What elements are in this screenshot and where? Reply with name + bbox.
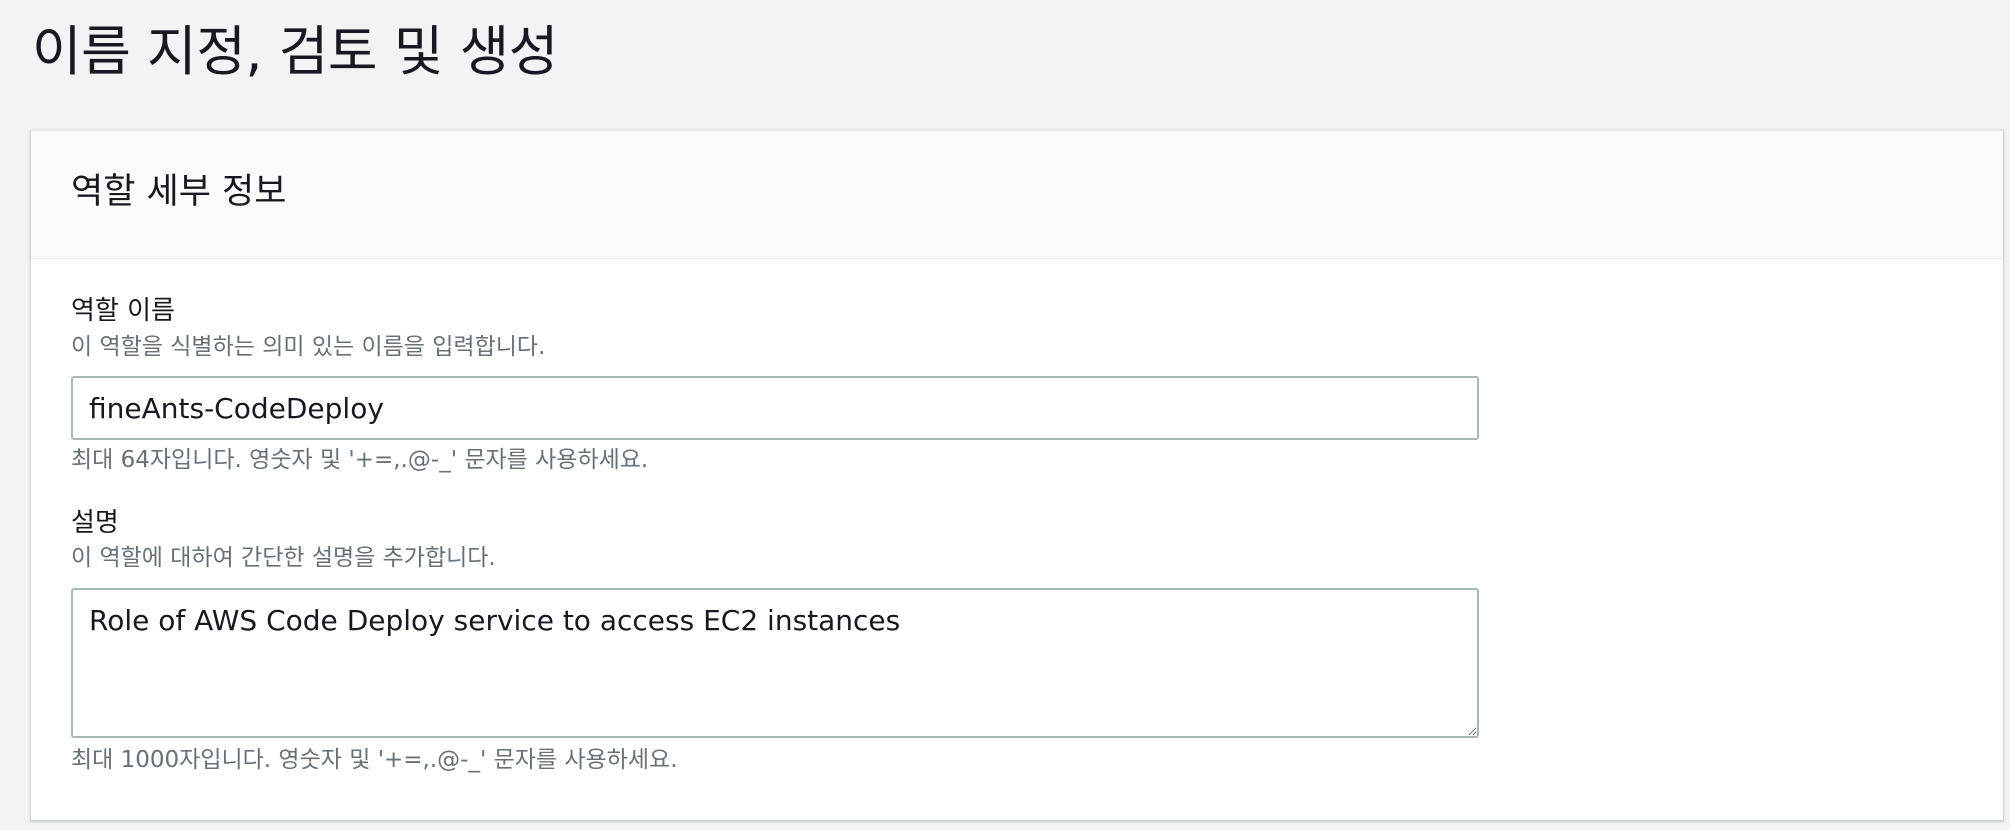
role-name-label: 역할 이름 <box>71 296 175 326</box>
role-description-hint: 이 역할에 대하여 간단한 설명을 추가합니다. <box>71 545 496 571</box>
role-description-constraint: 최대 1000자입니다. 영숫자 및 '+=,.@-_' 문자를 사용하세요. <box>71 747 678 773</box>
role-name-constraint: 최대 64자입니다. 영숫자 및 '+=,.@-_' 문자를 사용하세요. <box>71 447 649 473</box>
role-name-description: 이 역할을 식별하는 의미 있는 이름을 입력합니다. <box>71 334 546 360</box>
role-details-title: 역할 세부 정보 <box>71 172 287 212</box>
role-description-textarea[interactable]: Role of AWS Code Deploy service to acces… <box>71 588 1479 738</box>
role-details-panel: 역할 세부 정보 역할 이름 이 역할을 식별하는 의미 있는 이름을 입력합니… <box>31 130 2003 820</box>
role-name-input[interactable] <box>71 376 1479 440</box>
role-description-label: 설명 <box>71 508 119 538</box>
role-details-header: 역할 세부 정보 <box>31 131 2003 259</box>
page-title: 이름 지정, 검토 및 생성 <box>32 20 558 83</box>
